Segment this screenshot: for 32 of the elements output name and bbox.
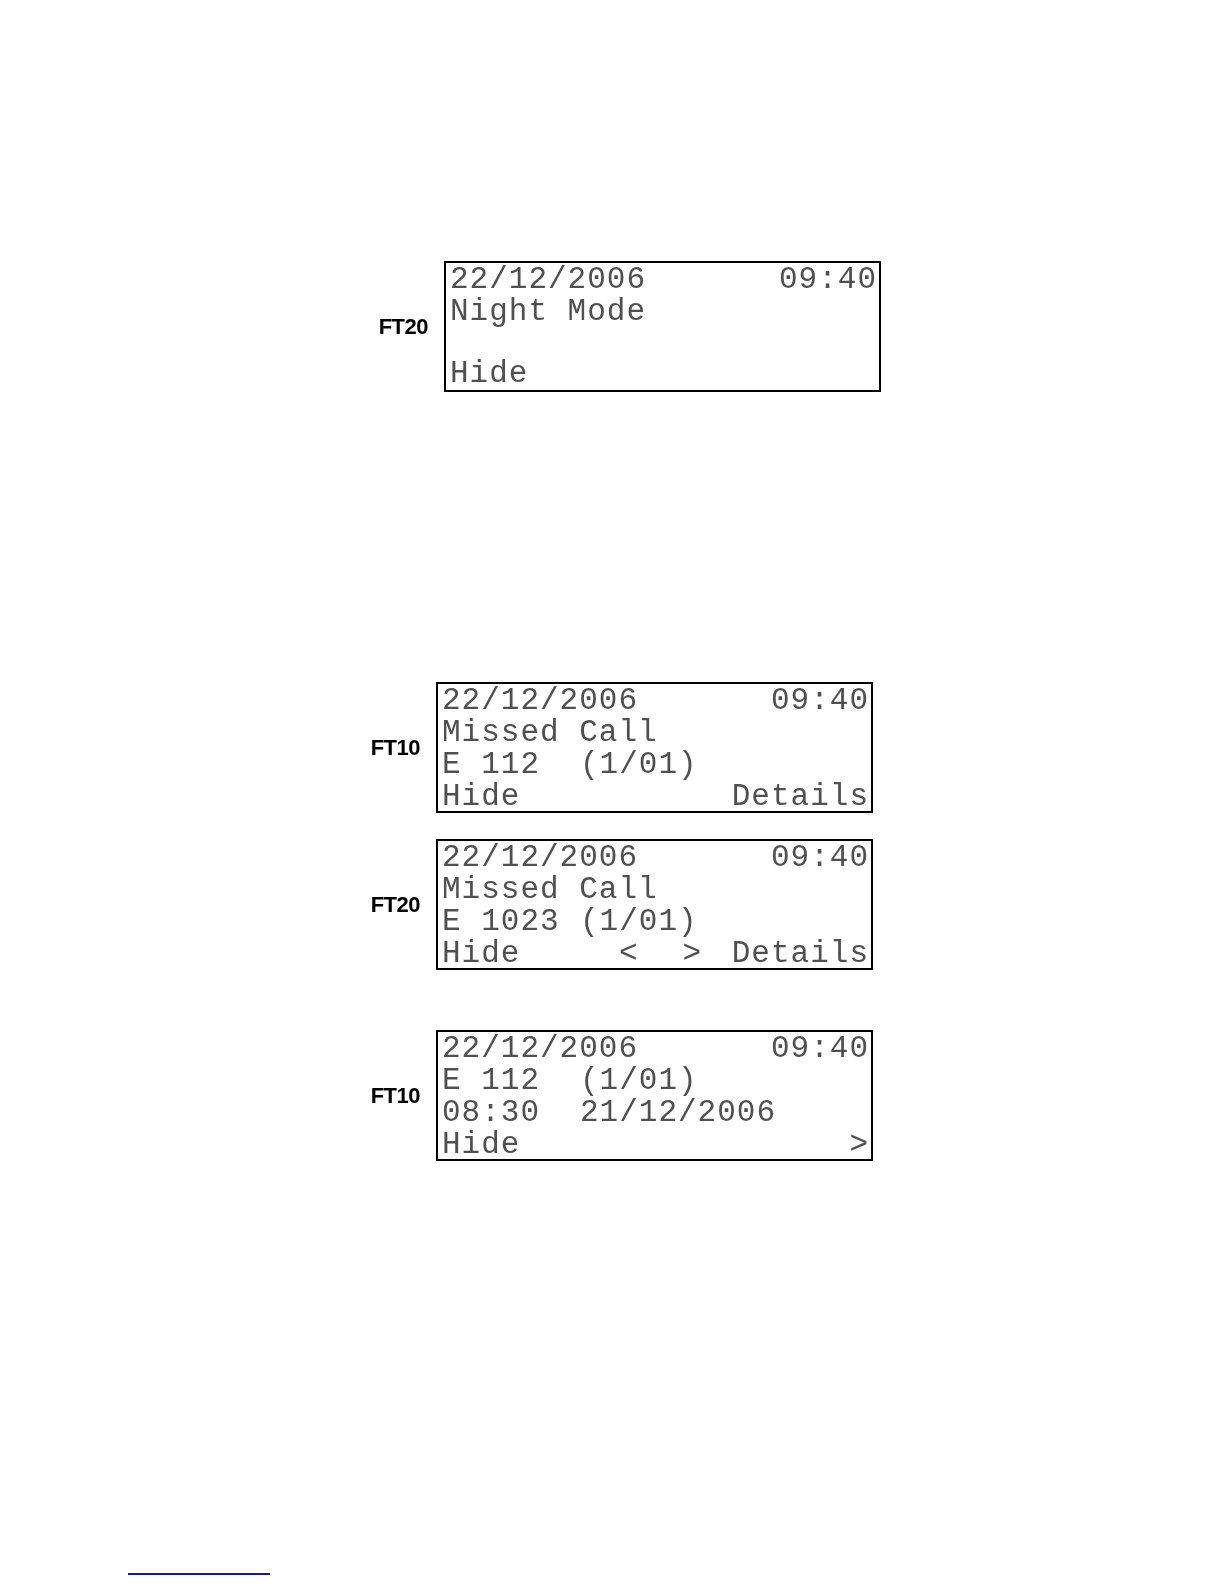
- softkey-label: Hide: [450, 358, 529, 390]
- display-text: E 112: [442, 749, 541, 781]
- display-text: Night Mode: [450, 296, 647, 328]
- display-text: E 1023: [442, 906, 561, 938]
- date-text: 22/12/2006: [442, 842, 639, 874]
- scroll-left-indicator: <: [618, 938, 639, 970]
- time-text: 09:40: [771, 842, 869, 874]
- display-text: 08:30: [442, 1097, 541, 1129]
- display-text: Missed Call: [442, 874, 658, 906]
- softkey-label: Hide: [442, 938, 521, 970]
- date-text: 22/12/2006: [450, 264, 647, 296]
- time-text: 09:40: [779, 264, 877, 296]
- model-label: FT10: [370, 736, 420, 759]
- display-text: 21/12/2006: [580, 1097, 777, 1129]
- model-label: FT10: [370, 1084, 420, 1107]
- display-text: Missed Call: [442, 717, 658, 749]
- softkey-label: >: [849, 1129, 869, 1161]
- time-text: 09:40: [771, 685, 869, 717]
- softkey-label: Details: [731, 938, 869, 970]
- date-text: 22/12/2006: [442, 685, 639, 717]
- time-text: 09:40: [771, 1033, 869, 1065]
- softkey-label: Hide: [442, 1129, 521, 1161]
- softkey-label: Hide: [442, 781, 521, 813]
- model-label: FT20: [370, 893, 420, 916]
- softkey-label: Details: [731, 781, 869, 813]
- display-text: (1/01): [580, 1065, 698, 1097]
- scroll-right-indicator: >: [682, 938, 703, 970]
- display-text: E 112: [442, 1065, 541, 1097]
- display-text: (1/01): [580, 749, 698, 781]
- display-text: (1/01): [580, 906, 698, 938]
- date-text: 22/12/2006: [442, 1033, 639, 1065]
- model-label: FT20: [378, 315, 428, 338]
